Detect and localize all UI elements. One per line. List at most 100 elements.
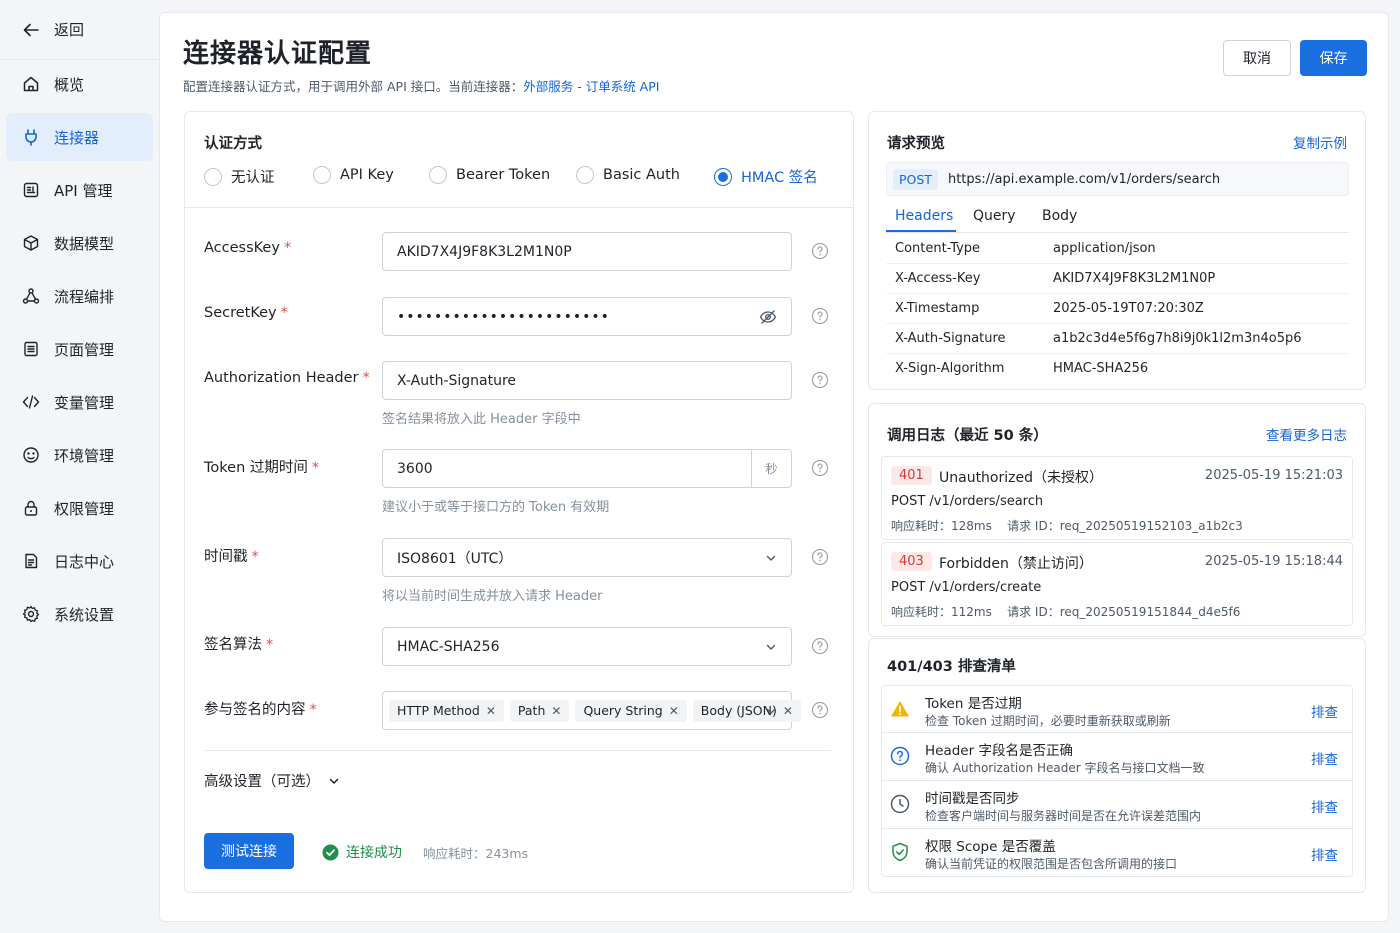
sidebar-item-api[interactable]: API 管理 (6, 166, 153, 214)
sidebar-item-logs[interactable]: 日志中心 (6, 537, 153, 585)
radio-label: Basic Auth (603, 167, 680, 183)
radio-api-key[interactable]: API Key (313, 166, 394, 184)
tab-body[interactable]: Body (1042, 208, 1077, 224)
secret-key-input[interactable]: ••••••••••••••••••••••• (382, 297, 792, 336)
troubleshoot-button[interactable]: 排查 (1311, 701, 1338, 721)
token-expiry-unit: 秒 (751, 450, 791, 487)
back-button[interactable]: 返回 (0, 0, 158, 60)
access-key-input[interactable]: AKID7X4J9F8K3L2M1N0P (382, 232, 792, 271)
sidebar-item-connector[interactable]: 连接器 (6, 113, 153, 161)
sidebar-item-label: 概览 (54, 75, 85, 94)
sidebar-item-label: 页面管理 (54, 340, 115, 359)
radio-circle (313, 166, 331, 184)
algorithm-value: HMAC-SHA256 (397, 638, 500, 655)
troubleshoot-button[interactable]: 排查 (1311, 748, 1338, 768)
auth-form-card: 认证方式 无认证 API Key Bearer Token Basic Auth… (184, 111, 854, 893)
help-icon[interactable] (811, 242, 829, 260)
tag-query-string: Query String ✕ (575, 699, 687, 722)
page-description: 配置连接器认证方式，用于调用外部 API 接口。当前连接器：外部服务 - 订单系… (183, 76, 659, 95)
sidebar-item-permissions[interactable]: 权限管理 (6, 484, 153, 532)
checklist-item: 权限 Scope 是否覆盖 确认当前凭证的权限范围是否包含所调用的接口 排查 (881, 829, 1353, 877)
sidebar-item-label: 权限管理 (54, 499, 115, 518)
preview-tabs: Headers Query Body (886, 204, 1349, 233)
sign-content-multiselect[interactable]: HTTP Method ✕ Path ✕ Query String ✕ Body (J… (382, 691, 801, 730)
sidebar-item-settings[interactable]: 系统设置 (6, 590, 153, 638)
sidebar-item-data-model[interactable]: 数据模型 (6, 219, 153, 267)
radio-circle (576, 166, 594, 184)
checklist-item-desc: 确认 Authorization Header 字段名与接口文档一致 (925, 761, 1205, 775)
radio-basic-auth[interactable]: Basic Auth (576, 166, 680, 184)
eye-off-icon[interactable] (759, 308, 777, 326)
radio-bearer-token[interactable]: Bearer Token (429, 166, 550, 184)
log-entry[interactable]: 403 Forbidden（禁止访问） 2025-05-19 15:18:44 … (881, 542, 1353, 626)
request-url: https://api.example.com/v1/orders/search (947, 171, 1221, 187)
log-meta: 响应耗时：128ms 请求 ID：req_20250519152103_a1b2… (891, 519, 1243, 533)
main-panel: 连接器认证配置 配置连接器认证方式，用于调用外部 API 接口。当前连接器：外部… (159, 12, 1389, 922)
form-divider (204, 750, 831, 751)
header-row: X-Auth-Signature a1b2c3d4e5f6g7h8i9j0k1l2… (886, 324, 1349, 354)
help-icon[interactable] (811, 371, 829, 389)
environment-icon (22, 446, 40, 464)
checklist-item: 时间戳是否同步 检查客户端时间与服务器时间是否在允许误差范围内 排查 (881, 781, 1353, 829)
tab-query[interactable]: Query (973, 208, 1016, 224)
remove-tag-icon[interactable]: ✕ (669, 704, 679, 718)
checklist-item-title: Header 字段名是否正确 (925, 743, 1073, 759)
secret-key-value: ••••••••••••••••••••••• (397, 308, 610, 325)
log-status: Forbidden（禁止访问） (939, 556, 1093, 572)
request-preview-title: 请求预览 (887, 136, 945, 152)
sidebar-item-environment[interactable]: 环境管理 (6, 431, 153, 479)
auth-header-label: Authorization Header * (204, 370, 370, 386)
remove-tag-icon[interactable]: ✕ (783, 704, 793, 718)
token-expiry-input[interactable]: 3600 秒 (382, 449, 792, 488)
test-latency: 响应耗时：243ms (423, 846, 529, 861)
sidebar: 返回 概览 连接器 API 管理 数据模型 流程编排 页面管理 变量管理 环境管… (0, 0, 158, 933)
algorithm-select[interactable]: HMAC-SHA256 (382, 627, 792, 666)
troubleshoot-button[interactable]: 排查 (1311, 796, 1338, 816)
radio-no-auth[interactable]: 无认证 (204, 166, 275, 187)
troubleshoot-checklist-card: 401/403 排查清单 Token 是否过期 检查 Token 过期时间，必要… (868, 638, 1366, 893)
sign-content-label: 参与签名的内容 * (204, 702, 317, 718)
auth-method-title: 认证方式 (204, 136, 262, 152)
sidebar-item-flow[interactable]: 流程编排 (6, 272, 153, 320)
sidebar-item-label: 日志中心 (54, 552, 115, 571)
test-connection-button[interactable]: 测试连接 (204, 833, 294, 869)
flow-icon (22, 287, 40, 305)
timestamp-select[interactable]: ISO8601（UTC） (382, 538, 792, 577)
sidebar-item-variables[interactable]: 变量管理 (6, 378, 153, 426)
request-preview-card: 请求预览 复制示例 POST https://api.example.com/v… (868, 111, 1366, 390)
sidebar-item-label: 连接器 (54, 128, 100, 147)
connector-link[interactable]: 外部服务 - 订单系统 API (523, 79, 659, 94)
checklist-title: 401/403 排查清单 (887, 659, 1016, 675)
question-icon (890, 746, 910, 766)
cancel-button[interactable]: 取消 (1223, 40, 1291, 76)
advanced-settings-toggle[interactable]: 高级设置（可选） (204, 770, 340, 791)
view-more-logs-link[interactable]: 查看更多日志 (1266, 424, 1347, 444)
auth-header-input[interactable]: X-Auth-Signature (382, 361, 792, 400)
troubleshoot-button[interactable]: 排查 (1311, 844, 1338, 864)
sidebar-item-pages[interactable]: 页面管理 (6, 325, 153, 373)
call-log-card: 调用日志（最近 50 条） 查看更多日志 401 Unauthorized（未授… (868, 403, 1366, 637)
secret-key-label: SecretKey * (204, 305, 288, 321)
copy-example-link[interactable]: 复制示例 (1293, 132, 1347, 152)
check-circle-icon (322, 844, 339, 861)
help-icon[interactable] (811, 459, 829, 477)
tab-headers[interactable]: Headers (895, 208, 953, 224)
remove-tag-icon[interactable]: ✕ (486, 704, 496, 718)
save-button[interactable]: 保存 (1300, 40, 1367, 76)
log-path: POST /v1/orders/search (891, 494, 1044, 509)
help-icon[interactable] (811, 637, 829, 655)
log-entry[interactable]: 401 Unauthorized（未授权） 2025-05-19 15:21:0… (881, 456, 1353, 540)
help-icon[interactable] (811, 701, 829, 719)
checklist-item-desc: 检查客户端时间与服务器时间是否在允许误差范围内 (925, 809, 1202, 823)
help-icon[interactable] (811, 548, 829, 566)
remove-tag-icon[interactable]: ✕ (551, 704, 561, 718)
auth-method-section: 认证方式 无认证 API Key Bearer Token Basic Auth… (185, 112, 853, 208)
tag-http-method: HTTP Method ✕ (389, 699, 504, 722)
radio-hmac[interactable]: HMAC 签名 (714, 166, 818, 187)
help-icon[interactable] (811, 307, 829, 325)
sidebar-item-label: 系统设置 (54, 605, 115, 624)
sidebar-item-overview[interactable]: 概览 (6, 60, 153, 108)
log-time: 2025-05-19 15:18:44 (1204, 554, 1343, 569)
checklist-item-title: 时间戳是否同步 (925, 791, 1020, 807)
timestamp-value: ISO8601（UTC） (397, 550, 513, 567)
